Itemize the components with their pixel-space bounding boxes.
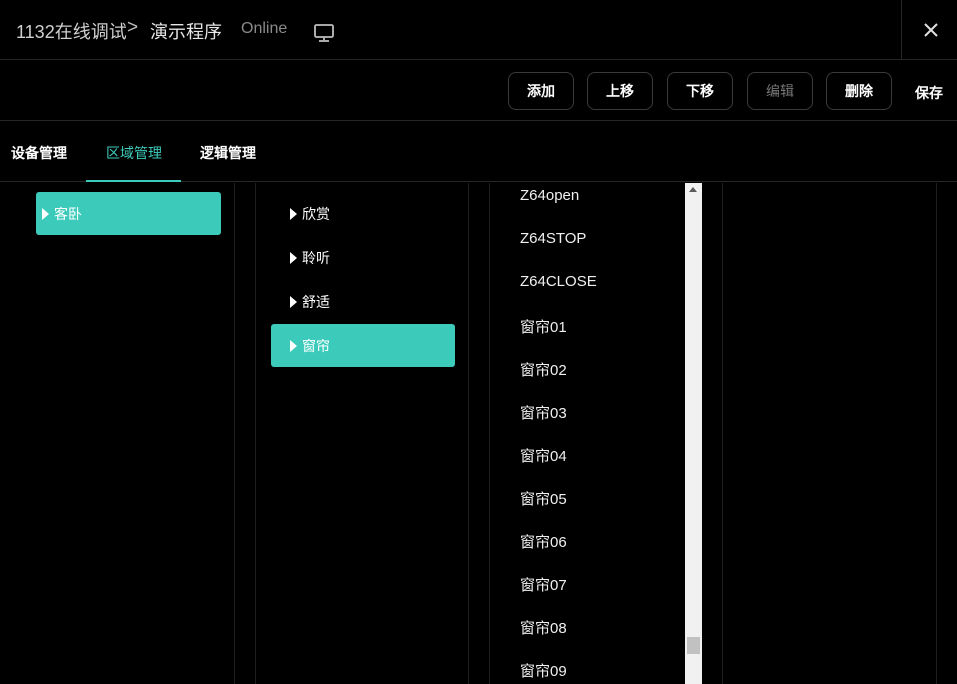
command-item[interactable]: 窗帘09: [520, 660, 567, 681]
tab-area-management[interactable]: 区域管理: [106, 143, 162, 163]
column-divider: [255, 183, 256, 684]
breadcrumb-separator: >: [127, 17, 139, 38]
command-item[interactable]: 窗帘03: [520, 402, 567, 423]
command-item[interactable]: 窗帘07: [520, 574, 567, 595]
command-list-scrollbar[interactable]: [685, 183, 702, 684]
title-bar: 1132在线调试 > 演示程序 Online: [0, 0, 957, 60]
close-icon[interactable]: [922, 21, 940, 39]
move-down-button[interactable]: 下移: [667, 72, 733, 110]
caret-right-icon: [290, 251, 297, 264]
command-item[interactable]: 窗帘08: [520, 617, 567, 638]
command-item[interactable]: Z64STOP: [520, 230, 586, 247]
caret-right-icon: [42, 207, 49, 220]
column-divider: [936, 183, 937, 684]
column-divider: [722, 183, 723, 684]
caret-right-icon: [290, 295, 297, 308]
scroll-up-icon[interactable]: [689, 187, 697, 192]
toolbar: 添加 上移 下移 编辑 删除 保存: [0, 61, 957, 121]
tab-bar: 设备管理 区域管理 逻辑管理: [0, 122, 957, 182]
column-divider: [468, 183, 469, 684]
add-button[interactable]: 添加: [508, 72, 574, 110]
scene-item[interactable]: 欣赏: [271, 192, 455, 235]
command-item[interactable]: Z64open: [520, 187, 579, 204]
app-title: 1132在线调试: [16, 22, 127, 42]
breadcrumb-page[interactable]: 演示程序: [150, 18, 222, 44]
delete-button[interactable]: 删除: [826, 72, 892, 110]
command-item[interactable]: 窗帘01: [520, 316, 567, 337]
scene-item-label: 舒适: [302, 293, 330, 310]
scene-item-label: 窗帘: [302, 337, 330, 354]
command-list: Z64open Z64STOP Z64CLOSE 窗帘01 窗帘02 窗帘03 …: [490, 183, 702, 684]
move-up-button[interactable]: 上移: [587, 72, 653, 110]
command-item[interactable]: 窗帘05: [520, 488, 567, 509]
room-item-label: 客卧: [54, 205, 82, 222]
scene-item-label: 聆听: [302, 249, 330, 266]
tab-device-management[interactable]: 设备管理: [11, 143, 67, 163]
monitor-icon[interactable]: [313, 23, 335, 43]
column-divider: [234, 183, 235, 684]
command-item[interactable]: 窗帘02: [520, 359, 567, 380]
caret-right-icon: [290, 207, 297, 220]
caret-right-icon: [290, 339, 297, 352]
tab-logic-management[interactable]: 逻辑管理: [200, 143, 256, 163]
scene-item[interactable]: 舒适: [271, 280, 455, 323]
active-tab-indicator: [86, 180, 181, 182]
command-item[interactable]: Z64CLOSE: [520, 273, 597, 290]
command-item[interactable]: 窗帘04: [520, 445, 567, 466]
room-item-selected[interactable]: 客卧: [36, 192, 221, 235]
scene-item-label: 欣赏: [302, 205, 330, 222]
scrollbar-thumb[interactable]: [687, 637, 700, 654]
save-button[interactable]: 保存: [915, 83, 943, 103]
scene-item-selected[interactable]: 窗帘: [271, 324, 455, 367]
connection-status: Online: [241, 20, 288, 37]
scene-item[interactable]: 聆听: [271, 236, 455, 279]
command-item[interactable]: 窗帘06: [520, 531, 567, 552]
edit-button[interactable]: 编辑: [747, 72, 813, 110]
